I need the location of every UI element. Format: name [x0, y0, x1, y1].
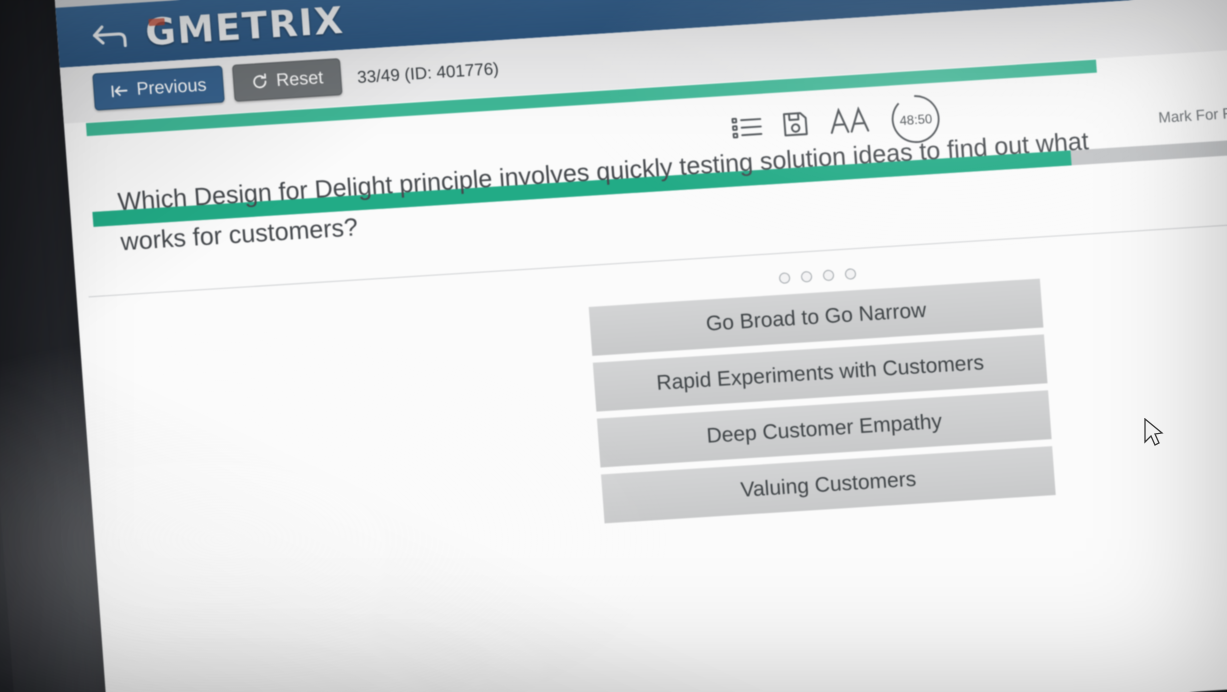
- answer-options-list: Go Broad to Go Narrow Rapid Experiments w…: [588, 278, 1056, 524]
- answer-radio-3[interactable]: [822, 269, 835, 282]
- photographed-screen-scene: gmetrix.net/Courses/Course.aspx? GMETRIX: [0, 0, 1227, 692]
- reset-button-label: Reset: [275, 67, 324, 91]
- answer-radio-1[interactable]: [778, 272, 791, 284]
- back-arrow-icon[interactable]: [90, 17, 132, 51]
- answer-option-label: Rapid Experiments with Customers: [655, 350, 985, 395]
- previous-button[interactable]: Previous: [92, 65, 225, 111]
- list-outline-icon[interactable]: [731, 114, 763, 145]
- mark-for-review-button[interactable]: Mark For Review: [1158, 103, 1227, 127]
- answer-radio-2[interactable]: [800, 270, 813, 283]
- refresh-icon: [253, 73, 267, 89]
- brand-accent-mark: [148, 17, 165, 26]
- skip-to-start-icon: [111, 85, 128, 97]
- question-counter: 33/49 (ID: 401776): [356, 59, 500, 88]
- brand-text: GMETRIX: [143, 0, 346, 54]
- answer-option-label: Valuing Customers: [739, 467, 917, 502]
- screen-content: gmetrix.net/Courses/Course.aspx? GMETRIX: [52, 0, 1227, 692]
- answer-option-label: Deep Customer Empathy: [705, 409, 943, 448]
- answer-option-label: Go Broad to Go Narrow: [705, 298, 927, 336]
- answer-radio-4[interactable]: [844, 268, 857, 280]
- brand-title: GMETRIX: [144, 0, 346, 54]
- previous-button-label: Previous: [135, 74, 208, 99]
- reset-button[interactable]: Reset: [232, 58, 343, 102]
- answer-radio-group[interactable]: [778, 268, 857, 284]
